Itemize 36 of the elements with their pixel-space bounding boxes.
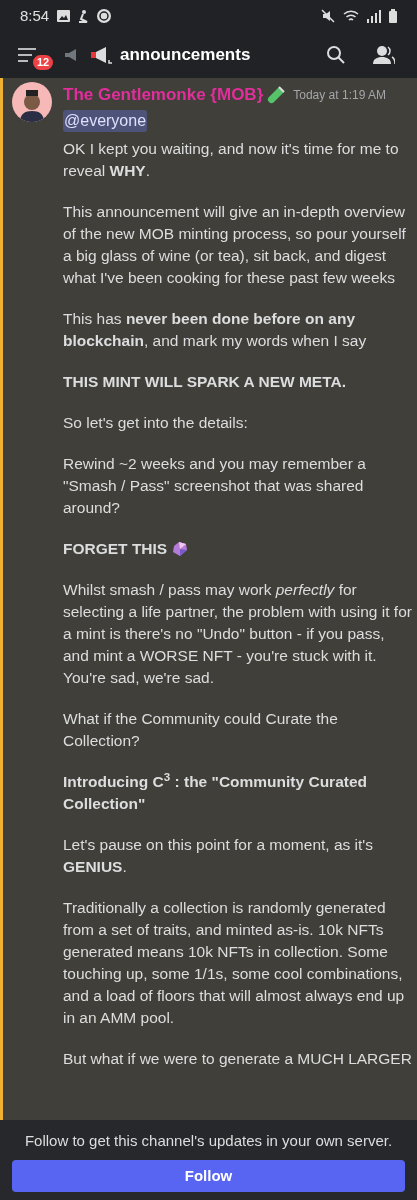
people-icon	[373, 45, 395, 65]
battery-icon	[389, 9, 397, 23]
mute-icon	[321, 9, 335, 23]
menu-button[interactable]: 12	[18, 40, 54, 70]
message-paragraph: Traditionally a collection is randomly generated from a set of traits, and minted as-is. 10k NFTs generated means 10k NFTs in collection. Some touching up, some 1/1s, some cool combinations, and a load of floors that will almost always end up in an AMM pool.	[63, 897, 406, 1028]
crystal-icon	[171, 540, 190, 557]
message-paragraph: This has never been done before on any blockchain, and mark my words when I say	[63, 308, 368, 351]
timestamp: Today at 1:19 AM	[293, 86, 386, 104]
coin-icon	[97, 9, 112, 23]
message-paragraph: What if the Community could Curate the Collection?	[63, 708, 339, 751]
message-paragraph: THIS MINT WILL SPARK A NEW META.	[63, 371, 347, 392]
message-paragraph: FORGET THIS	[63, 538, 168, 559]
channel-name: announcements	[120, 44, 251, 67]
author-name[interactable]: The Gentlemonke {MOB}	[63, 82, 264, 108]
wifi-icon	[343, 9, 359, 23]
message-paragraph: Let's pause on this point for a moment, as it's GENIUS.	[63, 834, 375, 877]
figure-icon	[78, 9, 90, 23]
menu-icon	[18, 48, 38, 62]
message-paragraph: Whilst smash / pass may work perfectly for selecting a life partner, the problem with using it for a mint is there's no "Undo" button - if you pass, and mint a WORSE NFT - you're stuck with it. You're sad, we're sad.	[63, 579, 413, 688]
megaphone-icon	[90, 46, 114, 64]
notification-badge: 12	[31, 53, 56, 72]
mention[interactable]: @everyone	[63, 109, 148, 132]
message-paragraph: This announcement will give an in-depth overview of the new MOB minting process, so pour yourself a big glass of wine (or tea), sit back, and digest what I've been cooking for these past few weeks	[63, 201, 407, 288]
message-paragraph: So let's get into the details:	[63, 412, 249, 433]
image-icon	[57, 10, 71, 22]
search-icon	[326, 45, 346, 65]
message-paragraph: OK I kept you waiting, and now it's time for me to reveal WHY.	[63, 138, 400, 181]
message-paragraph: But what if we were to generate a MUCH LARGER	[63, 1048, 413, 1069]
status-time: 8:54	[20, 5, 50, 26]
person-silhouette-icon	[18, 90, 46, 122]
signal-icon	[367, 9, 381, 23]
message-paragraph: Introducing C$^{3}$ : the "Community Curated Collection"	[63, 770, 369, 814]
message-paragraph: Rewind ~2 weeks and you may remember a "Smash / Pass" screenshot that was shared around?	[63, 453, 367, 518]
follow-button[interactable]: Follow	[12, 1160, 405, 1192]
follow-prompt: Follow to get this channel's updates in your own server.	[24, 1130, 393, 1151]
test-tube-icon	[267, 85, 286, 104]
